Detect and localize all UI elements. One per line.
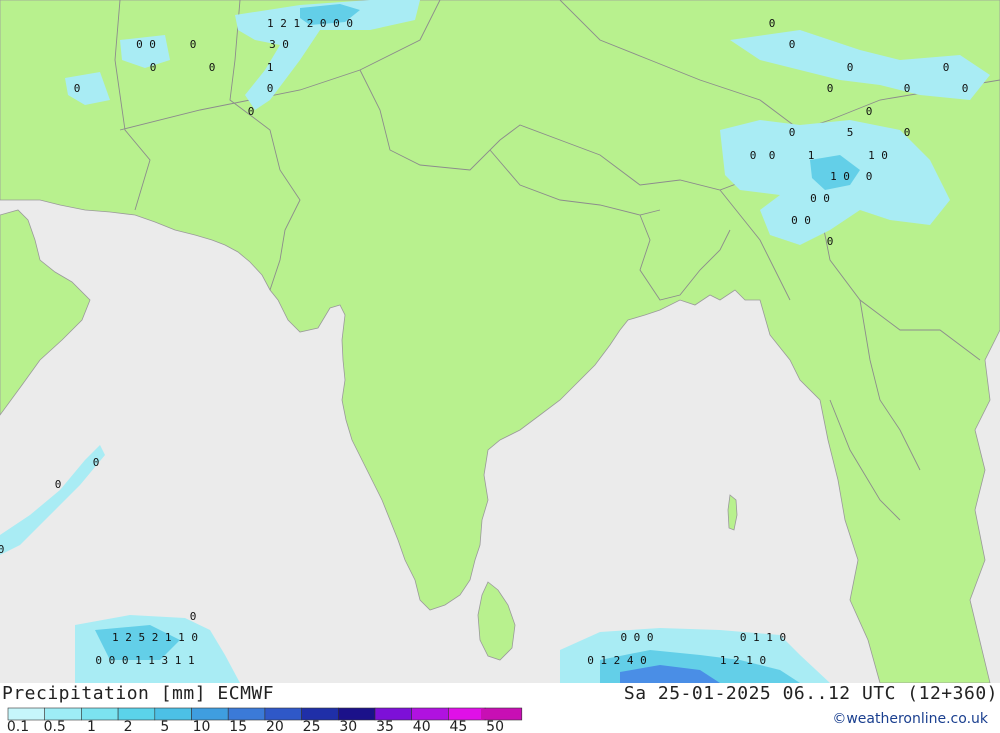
credit-link[interactable]: ©weatheronline.co.uk [832,711,988,727]
value-label: 0 [267,82,274,95]
value-label: 1 0 [830,170,850,183]
value-label: 0 [962,82,969,95]
value-label: 0 [74,82,81,95]
value-label: 0 [789,126,796,139]
value-label: 1 [267,61,274,74]
legend-tick-label: 0.5 [44,719,66,733]
legend-colorbar: 0.1 0.5 1 2 5 10 15 20 25 30 35 40 45 50 [7,707,523,733]
legend-tick-label: 30 [339,719,357,733]
value-label: 0 [209,61,216,74]
value-label: 0 0 [810,192,830,205]
legend-tick-label: 2 [124,719,133,733]
legend-tick-label: 25 [303,719,321,733]
value-label: 0 [769,17,776,30]
value-label: 0 [769,149,776,162]
legend-footer: Precipitation [mm] ECMWF Sa 25-01-2025 0… [0,683,1000,733]
value-label: 0 [904,126,911,139]
value-label: 0 [248,105,255,118]
value-label: 0 [55,478,62,491]
legend-tick-label: 10 [193,719,211,733]
value-label: 1 2 1 2 0 0 0 [267,17,353,30]
value-label: 1 0 [868,149,888,162]
value-label: 0 0 0 [620,631,653,644]
value-label: 5 [847,126,854,139]
value-label: 0 [750,149,757,162]
value-label: 0 [847,61,854,74]
precipitation-map: 1 2 1 2 0 0 0 0 0 0 3 0 0 0 1 0 0 0 0 0 … [0,0,1000,683]
value-label: 0 0 0 1 1 3 1 1 [95,654,194,667]
legend-tick-label: 1 [87,719,96,733]
value-label: 1 2 1 0 [720,654,766,667]
legend-tick-label: 15 [229,719,247,733]
value-label: 0 0 [791,214,811,227]
value-label: 0 [827,82,834,95]
value-label: 0 [789,38,796,51]
value-label: 0 [904,82,911,95]
value-label: 3 0 [269,38,289,51]
value-label: 1 [808,149,815,162]
value-label: 0 [0,543,4,556]
legend-tick-label: 5 [160,719,169,733]
value-label: 0 [827,235,834,248]
value-label: 0 [943,61,950,74]
legend-tick-label: 20 [266,719,284,733]
value-label: 0 [866,170,873,183]
legend-tick-label: 45 [449,719,467,733]
datetime-label: Sa 25-01-2025 06..12 UTC (12+360) [623,683,998,704]
legend-tick-label: 0.1 [7,719,29,733]
legend-tick-label: 50 [486,719,504,733]
value-label: 0 [93,456,100,469]
legend-tick-label: 40 [413,719,431,733]
legend-tick-label: 35 [376,719,394,733]
value-label: 1 2 5 2 1 1 0 [112,631,198,644]
value-label: 0 [150,61,157,74]
value-label: 0 [866,105,873,118]
value-label: 0 0 [136,38,156,51]
value-label: 0 1 1 0 [740,631,786,644]
value-label: 0 [190,610,197,623]
value-label: 0 [190,38,197,51]
value-label: 0 1 2 4 0 [587,654,647,667]
